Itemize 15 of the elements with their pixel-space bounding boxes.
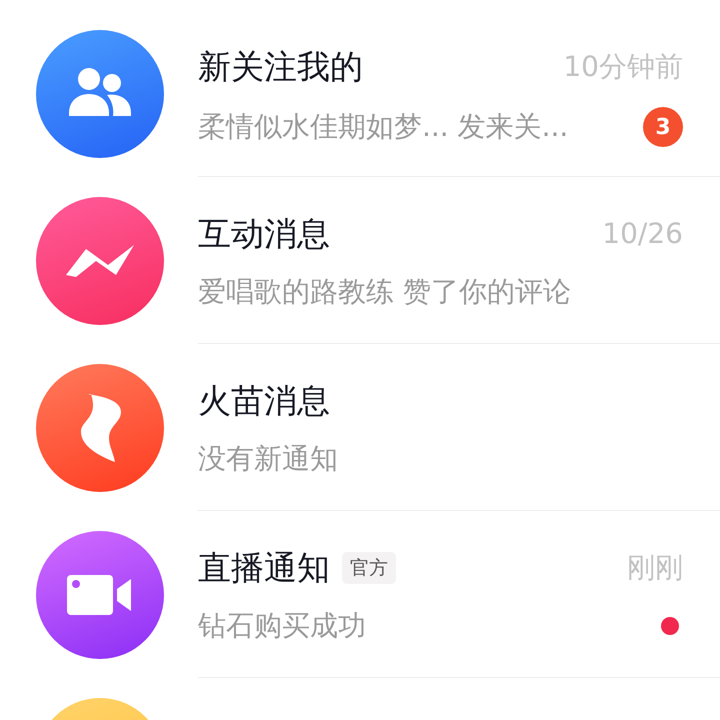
unread-dot <box>661 617 679 635</box>
conversation-title: 火苗消息 <box>198 381 330 421</box>
conversation-title: 直播通知 <box>198 548 330 588</box>
timestamp: 10/26 <box>602 216 683 252</box>
official-tag: 官方 <box>342 552 396 584</box>
message-preview: 柔情似水佳期如梦... 发来关... <box>198 109 568 145</box>
message-preview: 爱唱歌的路教练 赞了你的评论 <box>198 274 571 310</box>
camera-icon <box>67 574 133 614</box>
unread-count: 3 <box>643 107 683 147</box>
message-preview: 没有新通知 <box>198 441 338 477</box>
timestamp: 刚刚 <box>627 550 683 586</box>
timestamp: 10分钟前 <box>563 49 683 85</box>
message-preview: 钻石购买成功 <box>198 608 366 644</box>
conversation-title: 互动消息 <box>198 214 330 254</box>
conversation-title: 新关注我的 <box>198 47 363 87</box>
